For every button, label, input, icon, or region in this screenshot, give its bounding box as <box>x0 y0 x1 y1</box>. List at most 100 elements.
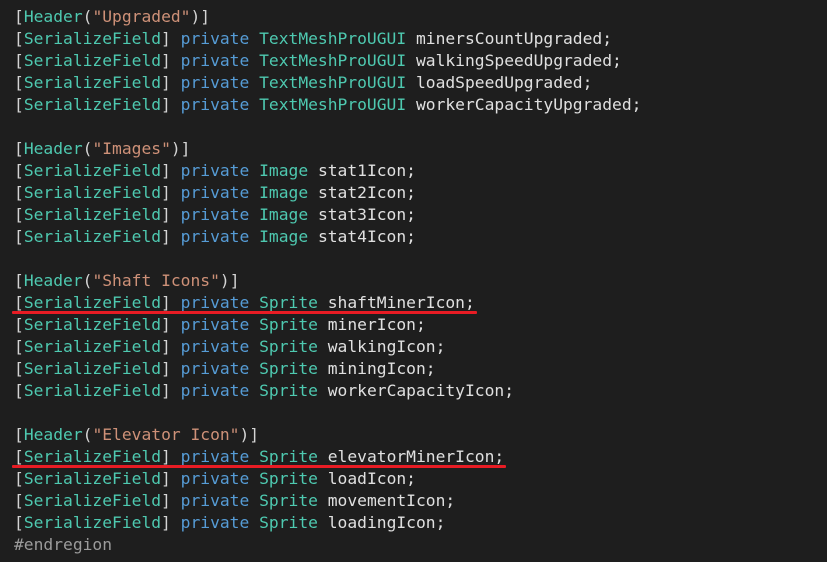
code-token-bracket: ( <box>82 425 93 444</box>
code-line[interactable]: [SerializeField] private TextMeshProUGUI… <box>14 94 827 116</box>
code-token-bracket: [ <box>14 425 24 444</box>
code-token-keyword: private <box>180 447 250 466</box>
code-line[interactable]: [SerializeField] private TextMeshProUGUI… <box>14 28 827 50</box>
code-line[interactable]: [SerializeField] private Sprite elevator… <box>12 446 827 468</box>
code-token-bracket: ] <box>161 381 171 400</box>
code-line[interactable]: [Header("Upgraded")] <box>14 6 827 28</box>
code-line[interactable]: [SerializeField] private Sprite movement… <box>14 490 827 512</box>
code-token-bracket: ] <box>161 293 171 312</box>
code-line-content: [SerializeField] private Image stat3Icon… <box>14 205 416 224</box>
code-token-bracket: [ <box>14 7 24 26</box>
code-token-bracket: ] <box>161 205 171 224</box>
code-line[interactable]: [SerializeField] private Image stat4Icon… <box>14 226 827 248</box>
code-token-bracket: )] <box>219 271 240 290</box>
code-token-attribute: SerializeField <box>23 315 162 334</box>
code-line[interactable] <box>14 402 827 424</box>
code-token-bracket: ] <box>161 29 171 48</box>
code-line[interactable] <box>14 248 827 270</box>
code-token-type: Sprite <box>259 513 318 532</box>
code-token-bracket: [ <box>14 161 24 180</box>
code-line[interactable]: [SerializeField] private Sprite walkingI… <box>14 336 827 358</box>
code-line-content <box>14 403 24 422</box>
code-token-type: Sprite <box>259 359 318 378</box>
code-token-bracket: ( <box>82 271 93 290</box>
code-token-attribute: SerializeField <box>23 183 162 202</box>
code-line-content: [SerializeField] private Sprite movement… <box>14 491 455 510</box>
code-token-identifier: stat1Icon; <box>317 161 416 180</box>
code-token-bracket: [ <box>14 359 24 378</box>
code-line[interactable]: [SerializeField] private Sprite minerIco… <box>14 314 827 336</box>
code-line-content: [SerializeField] private TextMeshProUGUI… <box>14 95 641 114</box>
code-line[interactable]: #endregion <box>14 534 827 556</box>
code-token-bracket: [ <box>14 381 24 400</box>
code-token-bracket: ] <box>161 447 171 466</box>
code-token-string: "Shaft Icons" <box>92 271 220 290</box>
code-line-content: [SerializeField] private Sprite elevator… <box>14 447 504 466</box>
code-token-keyword: private <box>180 183 250 202</box>
code-token-attribute: SerializeField <box>23 513 162 532</box>
code-line[interactable]: [Header("Elevator Icon")] <box>14 424 827 446</box>
code-token-type: TextMeshProUGUI <box>259 95 407 114</box>
code-token-bracket: [ <box>14 491 24 510</box>
code-line[interactable] <box>14 116 827 138</box>
code-token-keyword: private <box>180 205 250 224</box>
code-line-content: [SerializeField] private Sprite workerCa… <box>14 381 514 400</box>
code-line[interactable]: [Header("Images")] <box>14 138 827 160</box>
code-line[interactable]: [SerializeField] private Sprite loadingI… <box>14 512 827 534</box>
code-line[interactable]: [SerializeField] private Image stat3Icon… <box>14 204 827 226</box>
code-token-identifier: stat2Icon; <box>317 183 416 202</box>
code-token-keyword: private <box>180 381 250 400</box>
code-line-content <box>14 249 24 268</box>
code-token-attribute: SerializeField <box>23 95 162 114</box>
code-line[interactable]: [Header("Shaft Icons")] <box>14 270 827 292</box>
code-token-attribute: SerializeField <box>23 337 162 356</box>
code-token-bracket: ] <box>161 359 171 378</box>
code-line[interactable]: [SerializeField] private Sprite miningIc… <box>14 358 827 380</box>
code-token-attribute: SerializeField <box>23 227 162 246</box>
code-line[interactable]: [SerializeField] private TextMeshProUGUI… <box>14 50 827 72</box>
code-line[interactable]: [SerializeField] private TextMeshProUGUI… <box>14 72 827 94</box>
code-token-bracket: ( <box>82 139 93 158</box>
code-token-type: Sprite <box>259 447 318 466</box>
code-token-attribute: SerializeField <box>23 73 162 92</box>
code-token-bracket: [ <box>14 205 24 224</box>
code-line[interactable]: [SerializeField] private Image stat1Icon… <box>14 160 827 182</box>
code-line[interactable]: [SerializeField] private Sprite loadIcon… <box>14 468 827 490</box>
code-token-bracket: [ <box>14 271 24 290</box>
code-token-bracket: ] <box>161 469 171 488</box>
code-token-bracket: [ <box>14 29 24 48</box>
code-line-content: [SerializeField] private Sprite miningIc… <box>14 359 436 378</box>
code-token-bracket: ] <box>161 337 171 356</box>
code-token-type: Sprite <box>259 381 318 400</box>
code-line[interactable]: [SerializeField] private Sprite shaftMin… <box>12 292 827 314</box>
code-line[interactable]: [SerializeField] private Sprite workerCa… <box>14 380 827 402</box>
code-token-identifier: workerCapacityUpgraded; <box>415 95 642 114</box>
code-token-bracket: [ <box>14 337 24 356</box>
code-token-type: Sprite <box>259 337 318 356</box>
code-token-bracket: )] <box>170 139 191 158</box>
code-editor[interactable]: [Header("Upgraded")] [SerializeField] pri… <box>0 0 827 562</box>
code-line[interactable]: [SerializeField] private Image stat2Icon… <box>14 182 827 204</box>
code-token-attribute: Header <box>23 7 83 26</box>
